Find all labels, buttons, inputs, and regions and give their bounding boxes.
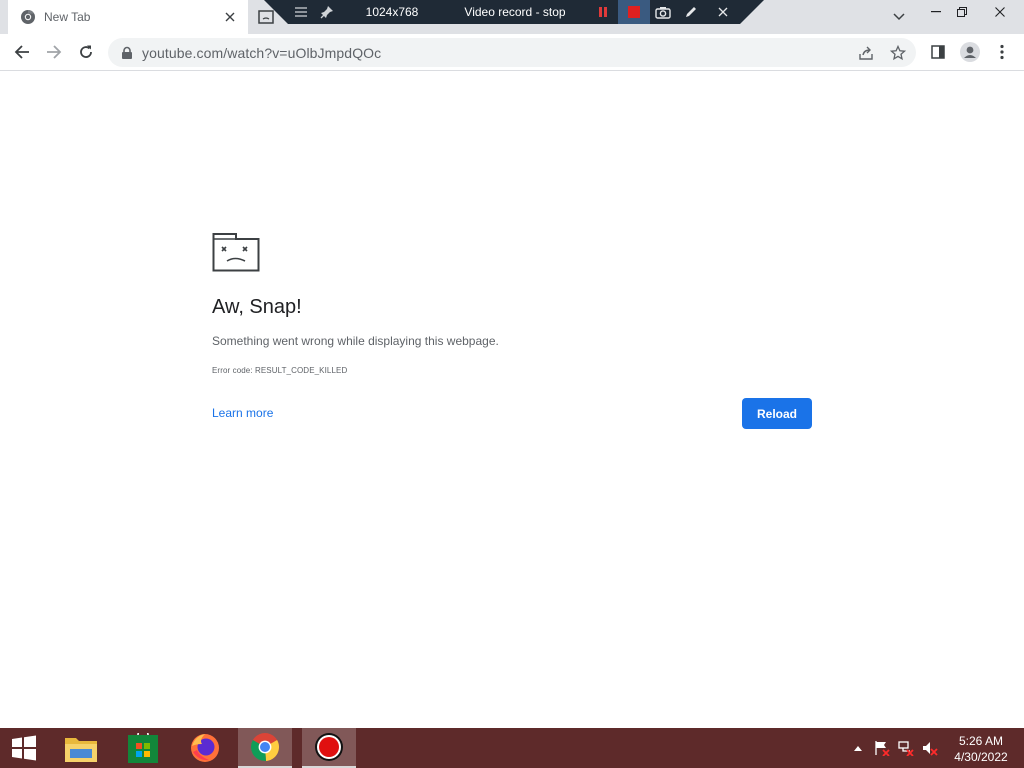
restore-icon[interactable] <box>946 0 978 24</box>
tab-close-icon[interactable] <box>218 5 242 29</box>
error-code: Error code: RESULT_CODE_KILLED <box>212 366 348 375</box>
recorder-status: Video record - stop <box>464 5 566 19</box>
stop-icon[interactable] <box>622 0 646 24</box>
camera-icon[interactable] <box>652 0 674 24</box>
clock[interactable]: 5:26 AM 4/30/2022 <box>946 733 1016 765</box>
url-text: youtube.com/watch?v=uOlbJmpdQOc <box>142 44 382 61</box>
side-panel-icon[interactable] <box>924 38 952 66</box>
forward-arrow-icon[interactable] <box>40 38 68 66</box>
start-icon[interactable] <box>0 728 48 768</box>
taskbar: 5:26 AM 4/30/2022 <box>0 728 1024 768</box>
tab-strip: New Tab 1024x768 Video record - stop <box>0 0 1024 34</box>
chrome-taskbar-icon[interactable] <box>238 728 292 768</box>
close-recorder-icon[interactable] <box>712 0 734 24</box>
close-window-icon[interactable] <box>984 0 1016 24</box>
show-hidden-icons-chevron-up-icon[interactable] <box>850 740 866 756</box>
clock-time: 5:26 AM <box>958 734 1004 748</box>
recorder-resolution: 1024x768 <box>365 5 419 19</box>
error-heading: Aw, Snap! <box>212 296 302 318</box>
sad-tab-icon <box>212 233 260 272</box>
video-recorder-bar: 1024x768 Video record - stop <box>264 0 764 24</box>
lock-icon[interactable] <box>120 46 134 60</box>
tab-new-tab[interactable]: New Tab <box>8 0 248 34</box>
reload-button[interactable]: Reload <box>742 398 812 429</box>
share-icon[interactable] <box>852 39 880 67</box>
bookmark-star-icon[interactable] <box>884 39 912 67</box>
pin-icon[interactable] <box>316 0 338 24</box>
profile-avatar-icon[interactable] <box>956 38 984 66</box>
tab-search-chevron-down-icon[interactable] <box>886 6 912 28</box>
tab-title: New Tab <box>44 10 91 24</box>
firefox-icon[interactable] <box>178 728 232 768</box>
back-arrow-icon[interactable] <box>8 38 36 66</box>
menu-icon[interactable] <box>290 0 312 24</box>
pause-icon[interactable] <box>592 0 614 24</box>
reload-icon[interactable] <box>72 38 100 66</box>
error-page: Aw, Snap! Something went wrong while dis… <box>0 72 1024 728</box>
browser-toolbar: youtube.com/watch?v=uOlbJmpdQOc <box>0 34 1024 71</box>
file-explorer-icon[interactable] <box>54 728 108 768</box>
more-menu-icon[interactable] <box>988 38 1016 66</box>
error-message: Something went wrong while displaying th… <box>212 334 499 348</box>
learn-more-link[interactable]: Learn more <box>212 406 273 420</box>
store-icon[interactable] <box>116 728 170 768</box>
action-center-flag-icon[interactable] <box>874 740 890 756</box>
address-bar[interactable]: youtube.com/watch?v=uOlbJmpdQOc <box>108 38 916 67</box>
pen-icon[interactable] <box>680 0 702 24</box>
recorder-app-icon[interactable] <box>302 728 356 768</box>
clock-date: 4/30/2022 <box>954 750 1008 764</box>
chrome-icon <box>21 10 35 24</box>
network-icon[interactable] <box>898 740 914 756</box>
volume-muted-icon[interactable] <box>922 740 938 756</box>
